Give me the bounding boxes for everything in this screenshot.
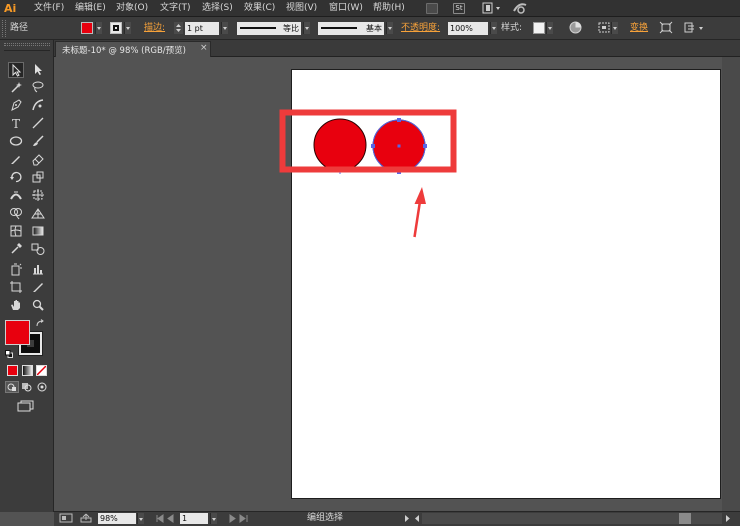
first-prev-artboard-icons[interactable] — [155, 514, 179, 523]
horizontal-scroll-thumb[interactable] — [679, 513, 691, 524]
share-icon[interactable] — [80, 513, 92, 523]
red-circle-left[interactable] — [313, 118, 367, 172]
horizontal-scrollbar[interactable] — [422, 513, 722, 524]
scroll-left-arrow-icon[interactable] — [414, 514, 420, 523]
status-text: 编组选择 — [307, 513, 344, 523]
artboard-number-dropdown[interactable] — [210, 513, 217, 524]
highlight-rectangle — [279, 109, 457, 173]
artboard-number-input[interactable]: 1 — [180, 513, 208, 524]
annotation-arrow-head — [414, 187, 426, 204]
scroll-right-arrow-icon[interactable] — [725, 514, 731, 523]
canvas-overlay — [279, 109, 457, 238]
zoom-level-input[interactable]: 98% — [98, 513, 136, 524]
next-last-artboard-icons[interactable] — [228, 514, 252, 523]
status-menu-arrow-icon[interactable] — [404, 514, 410, 523]
artboard-nav-icon[interactable] — [59, 513, 73, 523]
zoom-dropdown[interactable] — [137, 513, 144, 524]
